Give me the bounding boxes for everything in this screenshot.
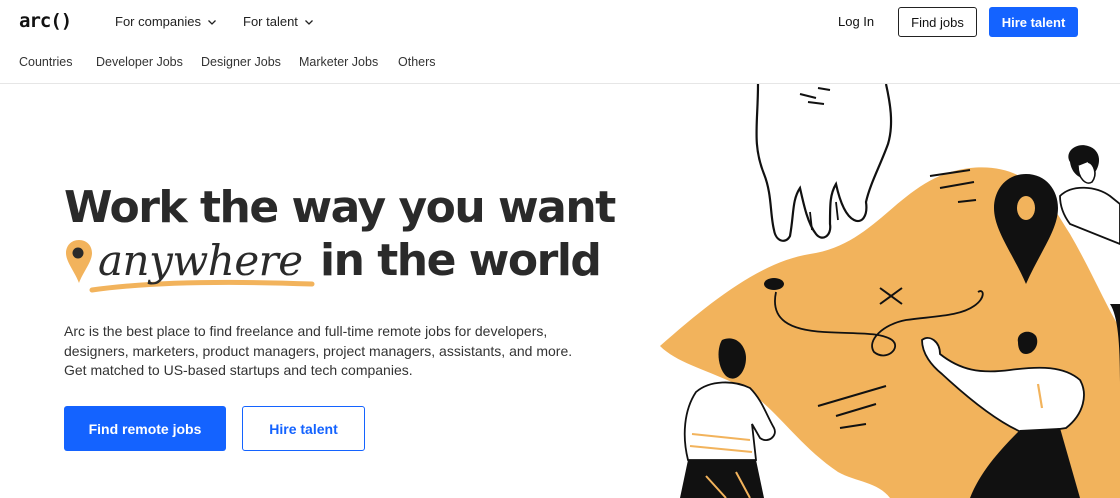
hero-description: Arc is the best place to find freelance … [64, 323, 573, 378]
woman-face [1077, 161, 1096, 184]
chevron-down-icon [304, 19, 313, 25]
chevron-down-icon [208, 19, 216, 25]
hero-title-line2: anywhere in the world [64, 236, 604, 296]
nav-for-talent[interactable]: For talent [243, 14, 314, 29]
hire-talent-button[interactable]: Hire talent [989, 7, 1078, 37]
pointing-hand [755, 84, 893, 242]
subnav-designer-jobs[interactable]: Designer Jobs [201, 55, 281, 69]
sub-navigation: Countries Developer Jobs Designer Jobs M… [0, 44, 1120, 84]
subnav-developer-jobs[interactable]: Developer Jobs [96, 55, 183, 69]
hero-title-line2-rest: in the world [320, 235, 602, 286]
hero-illustration [660, 84, 1120, 498]
subnav-countries[interactable]: Countries [19, 55, 73, 69]
arc-logo[interactable]: arc() [19, 10, 72, 32]
hero-title-line1: Work the way you want [64, 182, 616, 233]
find-remote-jobs-button[interactable]: Find remote jobs [64, 406, 226, 451]
hero-accent-word: anywhere [98, 236, 303, 285]
nav-for-talent-label: For talent [243, 14, 298, 29]
nav-for-companies[interactable]: For companies [115, 14, 217, 29]
route-start-dot [764, 278, 784, 290]
pin-dot [1017, 196, 1035, 220]
hire-talent-cta-button[interactable]: Hire talent [242, 406, 365, 451]
subnav-others[interactable]: Others [398, 55, 436, 69]
login-link[interactable]: Log In [838, 14, 874, 29]
top-navigation: arc() For companies For talent Log In Fi… [0, 0, 1120, 44]
nav-for-companies-label: For companies [115, 14, 201, 29]
find-jobs-button[interactable]: Find jobs [898, 7, 977, 37]
subnav-marketer-jobs[interactable]: Marketer Jobs [299, 55, 378, 69]
